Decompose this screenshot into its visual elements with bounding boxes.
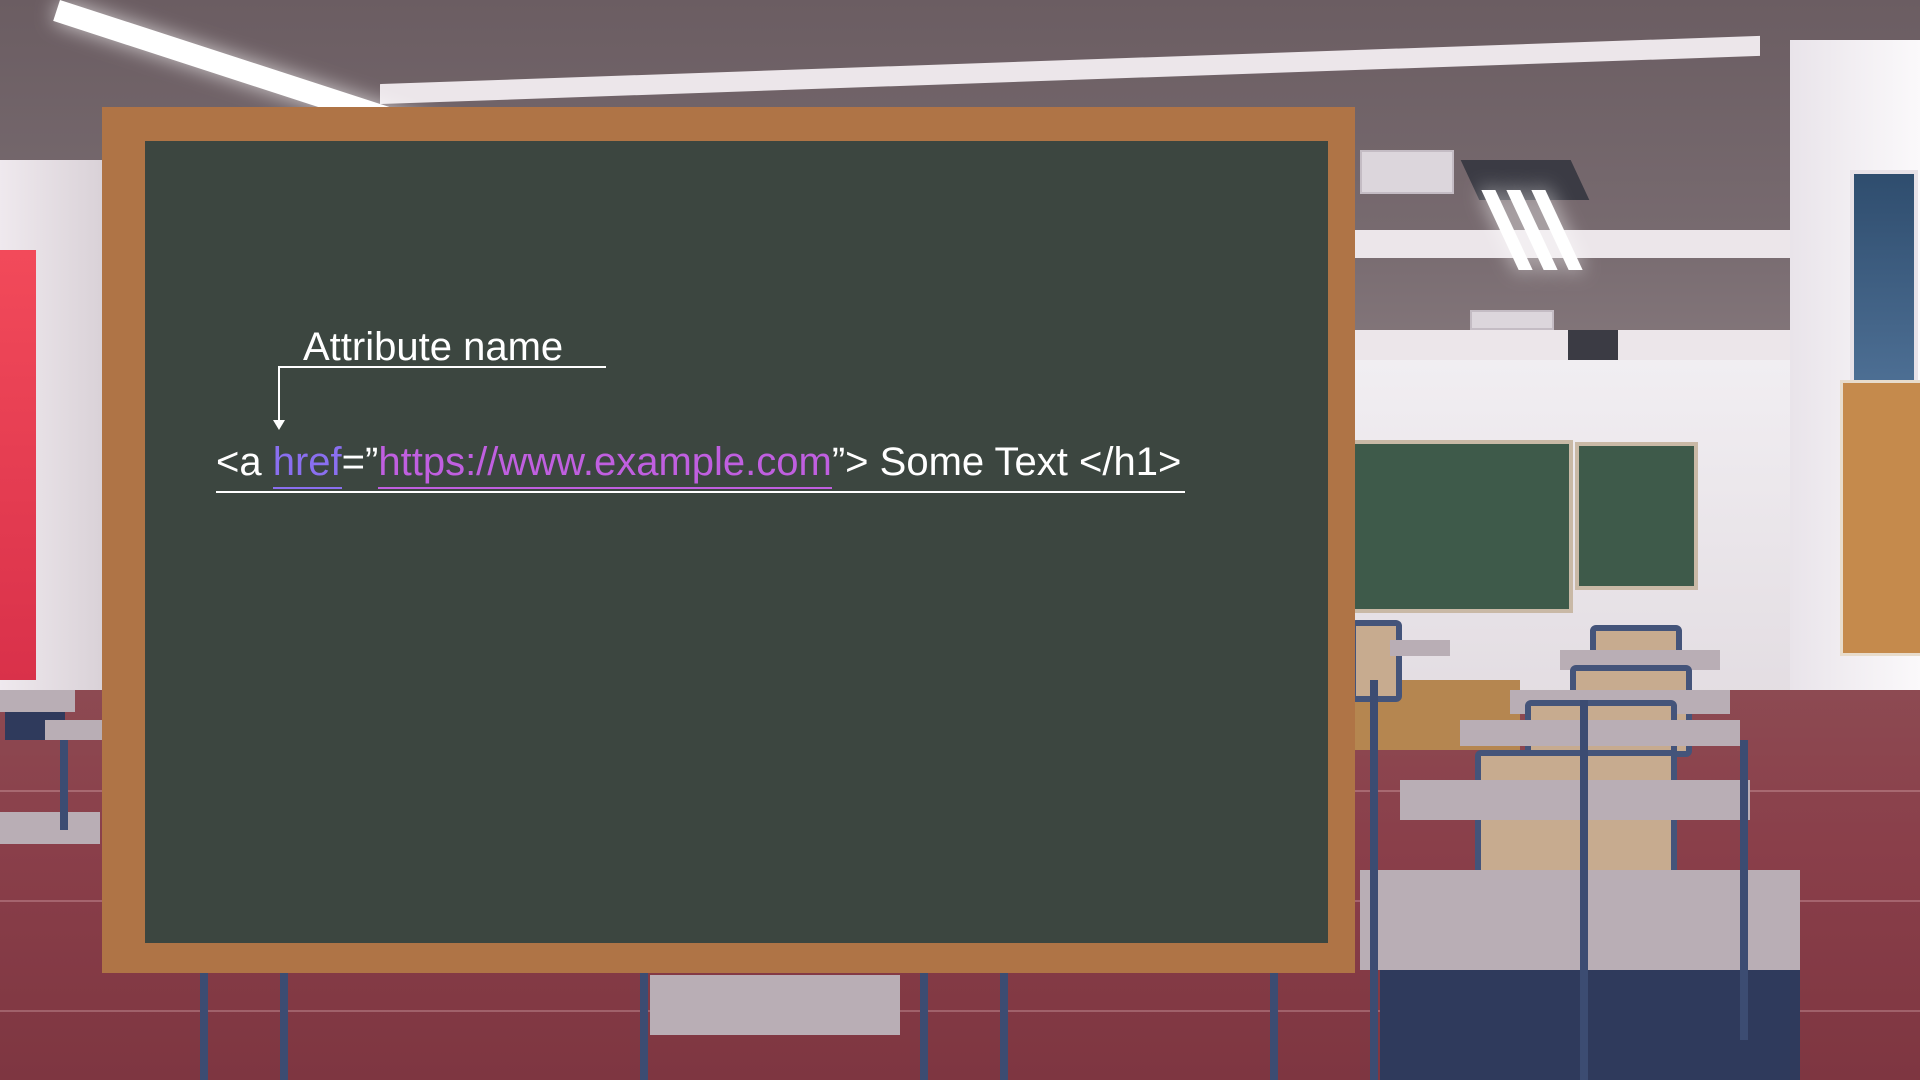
desk-leg xyxy=(1740,740,1748,1040)
desk xyxy=(1460,720,1740,746)
code-attribute-name: href xyxy=(272,437,342,489)
arrow-down-icon xyxy=(273,420,285,430)
desk xyxy=(0,812,100,844)
ceiling-vent xyxy=(1470,310,1554,330)
ceiling-light xyxy=(1460,160,1590,200)
ceiling-beam xyxy=(1330,230,1850,258)
desk xyxy=(0,690,75,712)
code-tag-rest: ”> Some Text </h1> xyxy=(831,440,1182,484)
back-chalkboard xyxy=(1340,440,1573,613)
code-example: <a href=”https://www.example.com”> Some … xyxy=(216,437,1186,493)
annotation-line xyxy=(278,366,606,368)
back-chalkboard xyxy=(1575,442,1698,590)
chair-leg xyxy=(1000,973,1008,1080)
chair-leg xyxy=(200,973,208,1080)
desk xyxy=(1400,780,1750,820)
chair-leg xyxy=(640,973,648,1080)
code-attribute-value: https://www.example.com xyxy=(378,437,832,489)
code-equals-quote: =” xyxy=(341,440,379,484)
desk xyxy=(45,720,105,740)
chalkboard xyxy=(145,141,1328,943)
chair-leg xyxy=(280,973,288,1080)
window-curtain xyxy=(0,250,36,680)
corkboard xyxy=(1840,380,1920,656)
code-open-tag: <a xyxy=(216,440,273,484)
desk xyxy=(1390,640,1450,656)
desk-leg xyxy=(1370,680,1378,1080)
chair-leg xyxy=(1270,973,1278,1080)
chair-seat xyxy=(650,975,900,1035)
desk xyxy=(1380,970,1800,1080)
annotation-label: Attribute name xyxy=(303,325,564,369)
chair-leg xyxy=(920,973,928,1080)
desk-leg xyxy=(1580,700,1588,1080)
window xyxy=(1850,170,1918,388)
annotation-line xyxy=(278,366,280,424)
desk-leg xyxy=(60,740,68,830)
ceiling-vent xyxy=(1360,150,1454,194)
